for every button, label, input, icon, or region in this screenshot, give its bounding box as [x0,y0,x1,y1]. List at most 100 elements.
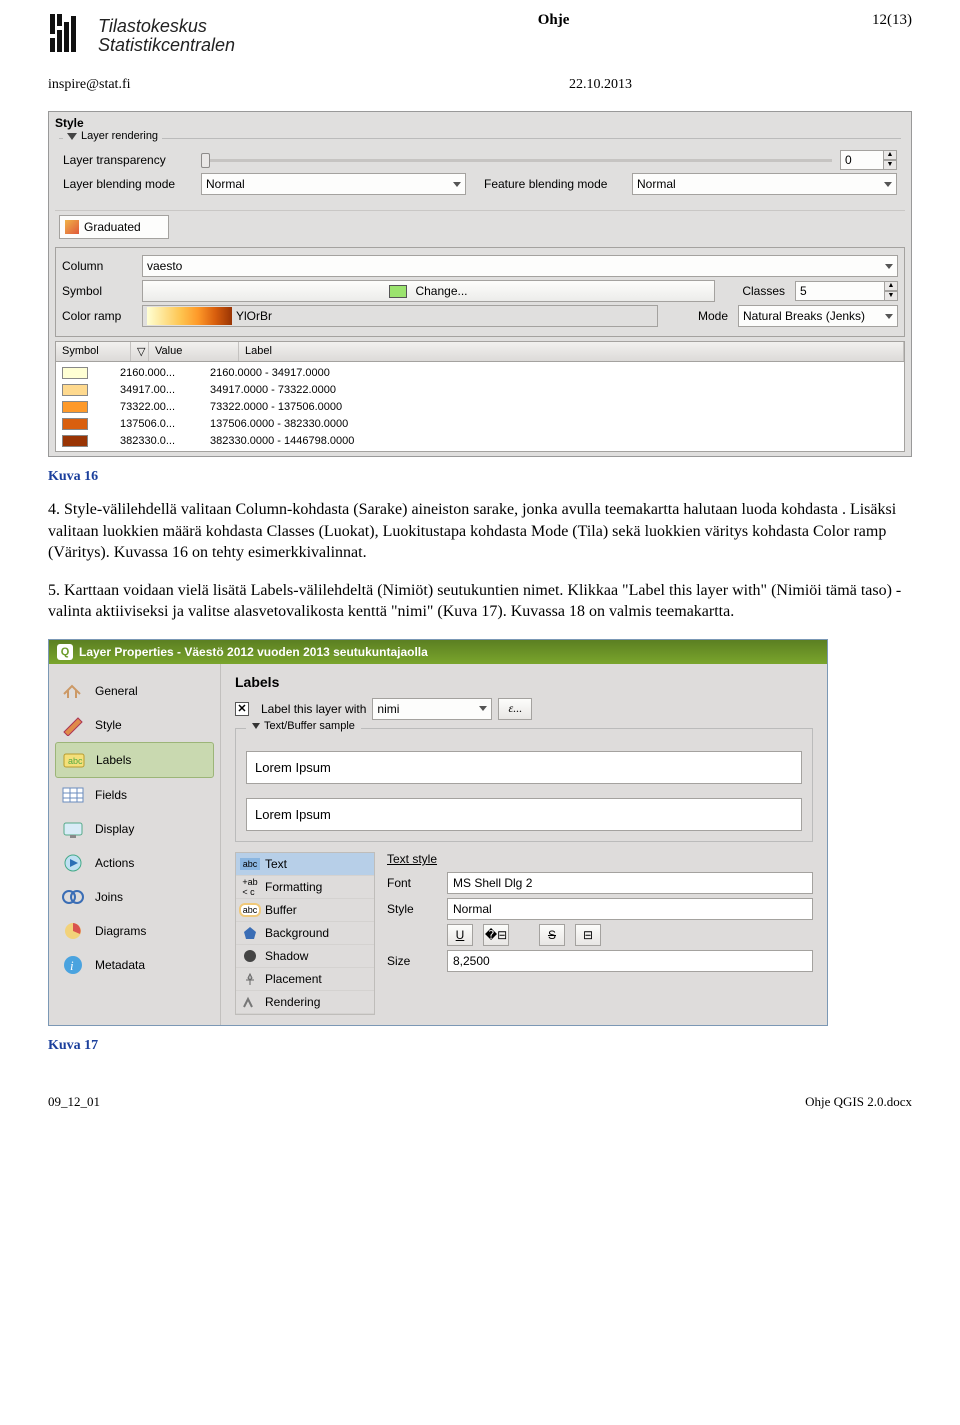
doc-filename: Ohje QGIS 2.0.docx [805,1094,912,1110]
strikeout-override-button[interactable]: ⊟ [575,924,601,946]
underline-override-button[interactable]: �⊟ [483,924,509,946]
size-input[interactable]: 8,2500 [447,950,813,972]
diagrams-icon [59,919,87,943]
svg-text:abc: abc [68,756,83,766]
class-table[interactable]: 2160.000...2160.0000 - 34917.000034917.0… [55,362,905,452]
paragraph-5: 5. Karttaan voidaan vielä lisätä Labels-… [48,580,912,623]
class-swatch-icon [62,401,88,413]
underline-button[interactable]: U [447,924,473,946]
labels-dialog-screenshot: Q Layer Properties - Väestö 2012 vuoden … [48,639,828,1026]
figure-17-caption: Kuva 17 [48,1038,912,1054]
sample-group-label: Text/Buffer sample [264,720,355,732]
size-label: Size [387,954,437,968]
contact-email: inspire@stat.fi [48,77,131,93]
sidebar-item-display[interactable]: Display [55,812,214,846]
collapse-icon[interactable] [67,133,77,140]
sidebar-item-style[interactable]: Style [55,708,214,742]
ramp-label: Color ramp [62,309,132,323]
subtab-rendering[interactable]: Rendering [236,991,374,1014]
subtab-shadow[interactable]: Shadow [236,945,374,968]
text-icon: abc [241,856,259,872]
statistics-logo-icon [48,12,90,59]
expression-button[interactable]: ε... [498,698,532,720]
labels-icon: abc [60,748,88,772]
subtab-buffer[interactable]: abcBuffer [236,899,374,922]
sidebar-item-diagrams[interactable]: Diagrams [55,914,214,948]
logo-line2: Statistikcentralen [98,36,235,55]
classes-label: Classes [725,284,785,298]
symbol-label: Symbol [62,284,132,298]
sample-preview-1: Lorem Ipsum [246,751,802,784]
style-icon [59,713,87,737]
transparency-slider[interactable] [201,159,832,162]
layer-rendering-label: Layer rendering [81,130,158,142]
style-heading: Style [49,112,911,134]
renderer-combo[interactable]: Graduated [59,215,169,239]
style-panel-screenshot: Style Layer rendering Layer transparency… [48,111,912,457]
sidebar-item-joins[interactable]: Joins [55,880,214,914]
layer-blend-label: Layer blending mode [63,177,193,191]
feature-blend-combo[interactable]: Normal [632,173,897,195]
sidebar-item-general[interactable]: General [55,674,214,708]
class-swatch-icon [62,367,88,379]
font-input[interactable]: MS Shell Dlg 2 [447,872,813,894]
transparency-value[interactable]: 0 [840,150,884,170]
label-field-combo[interactable]: nimi [372,698,492,720]
strikeout-button[interactable]: S [539,924,565,946]
sidebar-item-labels[interactable]: abcLabels [55,742,214,778]
placement-icon [241,971,259,987]
mode-label: Mode [668,309,728,323]
transparency-label: Layer transparency [63,153,193,167]
label-layer-text: Label this layer with [261,702,366,716]
doc-id: 09_12_01 [48,1094,100,1110]
subtab-placement[interactable]: Placement [236,968,374,991]
figure-16-caption: Kuva 16 [48,469,912,485]
qgis-icon: Q [57,644,73,660]
table-row[interactable]: 73322.00...73322.0000 - 137506.0000 [56,398,904,415]
column-label: Column [62,259,132,273]
subtab-formatting[interactable]: +ab< cFormatting [236,876,374,899]
doc-title: Ohje [538,12,570,29]
properties-sidebar: GeneralStyleabcLabelsFieldsDisplayAction… [49,664,221,1025]
classes-spinner[interactable]: ▲▼ [884,281,898,301]
sidebar-item-metadata[interactable]: iMetadata [55,948,214,982]
label-subtabs: abcText+ab< cFormattingabcBufferBackgrou… [235,852,375,1015]
fields-icon [59,783,87,807]
table-row[interactable]: 34917.00...34917.0000 - 73322.0000 [56,381,904,398]
mode-combo[interactable]: Natural Breaks (Jenks) [738,305,898,327]
transparency-spinner[interactable]: ▲▼ [883,150,897,170]
dialog-titlebar: Q Layer Properties - Väestö 2012 vuoden … [49,640,827,664]
text-style-heading: Text style [387,852,813,866]
buffer-icon: abc [241,902,259,918]
page-number: 12(13) [872,12,912,29]
background-icon [241,925,259,941]
metadata-icon: i [59,953,87,977]
style-label: Style [387,902,437,916]
ramp-gradient-icon [147,307,232,325]
subtab-text[interactable]: abcText [236,853,374,876]
class-swatch-icon [62,435,88,447]
font-label: Font [387,876,437,890]
class-swatch-icon [62,418,88,430]
subtab-background[interactable]: Background [236,922,374,945]
feature-blend-label: Feature blending mode [474,177,624,191]
change-symbol-button[interactable]: Change... [142,280,715,302]
collapse-icon[interactable] [252,723,260,729]
doc-date: 22.10.2013 [569,77,632,93]
table-row[interactable]: 2160.000...2160.0000 - 34917.0000 [56,364,904,381]
style-input[interactable]: Normal [447,898,813,920]
display-icon [59,817,87,841]
layer-blend-combo[interactable]: Normal [201,173,466,195]
shadow-icon [241,948,259,964]
table-row[interactable]: 137506.0...137506.0000 - 382330.0000 [56,415,904,432]
table-row[interactable]: 382330.0...382330.0000 - 1446798.0000 [56,432,904,449]
sidebar-item-fields[interactable]: Fields [55,778,214,812]
classes-input[interactable]: 5 [795,281,885,301]
column-combo[interactable]: vaesto [142,255,898,277]
logo-line1: Tilastokeskus [98,17,235,36]
sample-preview-2: Lorem Ipsum [246,798,802,831]
sidebar-item-actions[interactable]: Actions [55,846,214,880]
label-layer-checkbox[interactable]: ✕ [235,702,249,716]
formatting-icon: +ab< c [241,879,259,895]
color-ramp-combo[interactable]: YlOrBr [142,305,658,327]
